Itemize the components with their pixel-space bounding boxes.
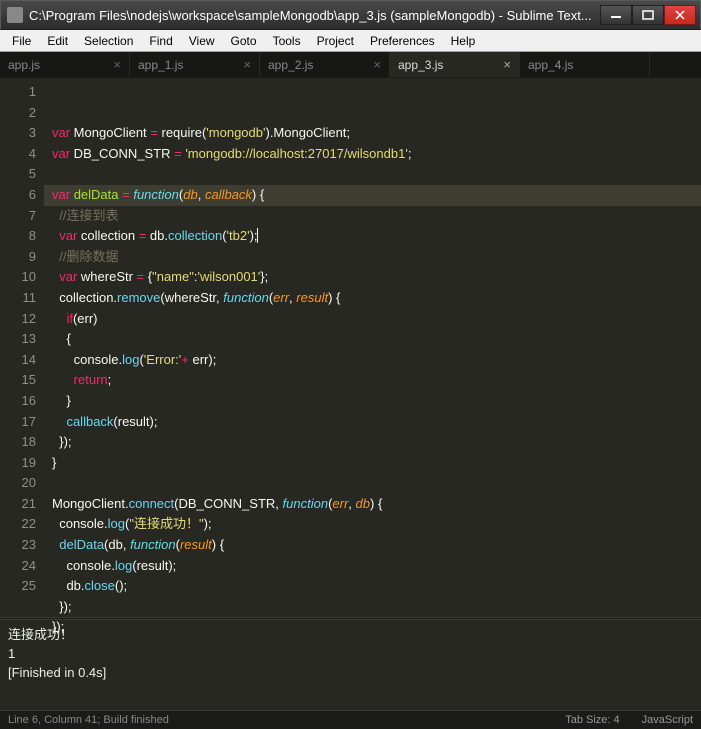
status-cursor-position: Line 6, Column 41; Build finished xyxy=(8,714,169,726)
editor-area[interactable]: 1234567891011121314151617181920212223242… xyxy=(0,78,701,617)
tab-app-3-js[interactable]: app_3.js × xyxy=(390,52,520,77)
menu-file[interactable]: File xyxy=(4,32,39,50)
menu-find[interactable]: Find xyxy=(141,32,180,50)
window-titlebar: C:\Program Files\nodejs\workspace\sample… xyxy=(0,0,701,30)
tab-label: app_3.js xyxy=(398,58,443,72)
close-button[interactable] xyxy=(664,5,696,25)
status-syntax[interactable]: JavaScript xyxy=(642,714,693,726)
console-line: 1 xyxy=(8,646,15,661)
menu-tools[interactable]: Tools xyxy=(265,32,309,50)
close-icon[interactable]: × xyxy=(113,57,121,72)
tab-app-js[interactable]: app.js × xyxy=(0,52,130,77)
menu-preferences[interactable]: Preferences xyxy=(362,32,443,50)
close-icon[interactable]: × xyxy=(243,57,251,72)
close-icon[interactable]: × xyxy=(503,57,511,72)
tab-label: app_4.js xyxy=(528,58,573,72)
code-content[interactable]: var MongoClient = require('mongodb').Mon… xyxy=(44,78,701,617)
window-title: C:\Program Files\nodejs\workspace\sample… xyxy=(29,8,600,23)
app-icon xyxy=(7,7,23,23)
menu-help[interactable]: Help xyxy=(443,32,484,50)
minimize-button[interactable] xyxy=(600,5,632,25)
menu-edit[interactable]: Edit xyxy=(39,32,76,50)
line-numbers: 1234567891011121314151617181920212223242… xyxy=(0,78,44,617)
tab-label: app_1.js xyxy=(138,58,183,72)
menu-goto[interactable]: Goto xyxy=(223,32,265,50)
menu-project[interactable]: Project xyxy=(309,32,362,50)
menu-selection[interactable]: Selection xyxy=(76,32,141,50)
status-tab-size[interactable]: Tab Size: 4 xyxy=(565,714,619,726)
tab-label: app_2.js xyxy=(268,58,313,72)
text-cursor xyxy=(257,228,258,243)
tab-app-4-js[interactable]: app_4.js xyxy=(520,52,650,77)
close-icon[interactable]: × xyxy=(373,57,381,72)
window-controls xyxy=(600,5,696,25)
maximize-button[interactable] xyxy=(632,5,664,25)
menu-bar: File Edit Selection Find View Goto Tools… xyxy=(0,30,701,52)
tab-app-2-js[interactable]: app_2.js × xyxy=(260,52,390,77)
tab-bar: app.js × app_1.js × app_2.js × app_3.js × ap… xyxy=(0,52,701,78)
tab-label: app.js xyxy=(8,58,40,72)
tab-app-1-js[interactable]: app_1.js × xyxy=(130,52,260,77)
status-bar: Line 6, Column 41; Build finished Tab Si… xyxy=(0,710,701,729)
menu-view[interactable]: View xyxy=(181,32,223,50)
